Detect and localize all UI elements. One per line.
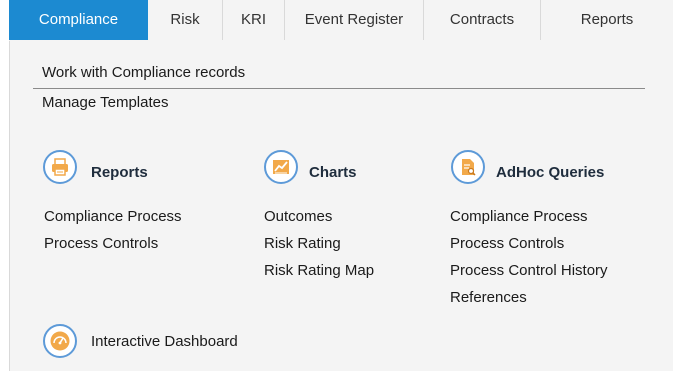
compliance-menu-panel	[9, 41, 673, 371]
adhoc-item-process-control-history[interactable]: Process Control History	[450, 262, 608, 279]
tab-compliance[interactable]: Compliance	[9, 0, 148, 40]
interactive-dashboard-link[interactable]: Interactive Dashboard	[91, 333, 238, 350]
reports-item-compliance-process[interactable]: Compliance Process	[44, 208, 182, 225]
line-chart-icon	[264, 150, 298, 184]
reports-item-process-controls[interactable]: Process Controls	[44, 235, 158, 252]
manage-templates-link[interactable]: Manage Templates	[42, 94, 168, 111]
charts-item-outcomes[interactable]: Outcomes	[264, 208, 332, 225]
tab-risk[interactable]: Risk	[148, 0, 223, 40]
adhoc-item-process-controls[interactable]: Process Controls	[450, 235, 564, 252]
top-tab-bar: Compliance Risk KRI Event Register Contr…	[9, 0, 673, 42]
adhoc-item-references[interactable]: References	[450, 289, 527, 306]
charts-item-risk-rating-map[interactable]: Risk Rating Map	[264, 262, 374, 279]
tab-event-register[interactable]: Event Register	[285, 0, 424, 40]
adhoc-queries-heading: AdHoc Queries	[496, 164, 605, 181]
tab-kri[interactable]: KRI	[223, 0, 285, 40]
reports-heading: Reports	[91, 164, 148, 181]
charts-heading: Charts	[309, 164, 357, 181]
divider	[33, 88, 645, 89]
tab-contracts[interactable]: Contracts	[424, 0, 541, 40]
gauge-icon	[43, 324, 77, 358]
printer-icon	[43, 150, 77, 184]
charts-item-risk-rating[interactable]: Risk Rating	[264, 235, 341, 252]
tab-reports[interactable]: Reports	[541, 0, 673, 40]
work-with-compliance-link[interactable]: Work with Compliance records	[42, 64, 245, 81]
adhoc-item-compliance-process[interactable]: Compliance Process	[450, 208, 588, 225]
document-search-icon	[451, 150, 485, 184]
